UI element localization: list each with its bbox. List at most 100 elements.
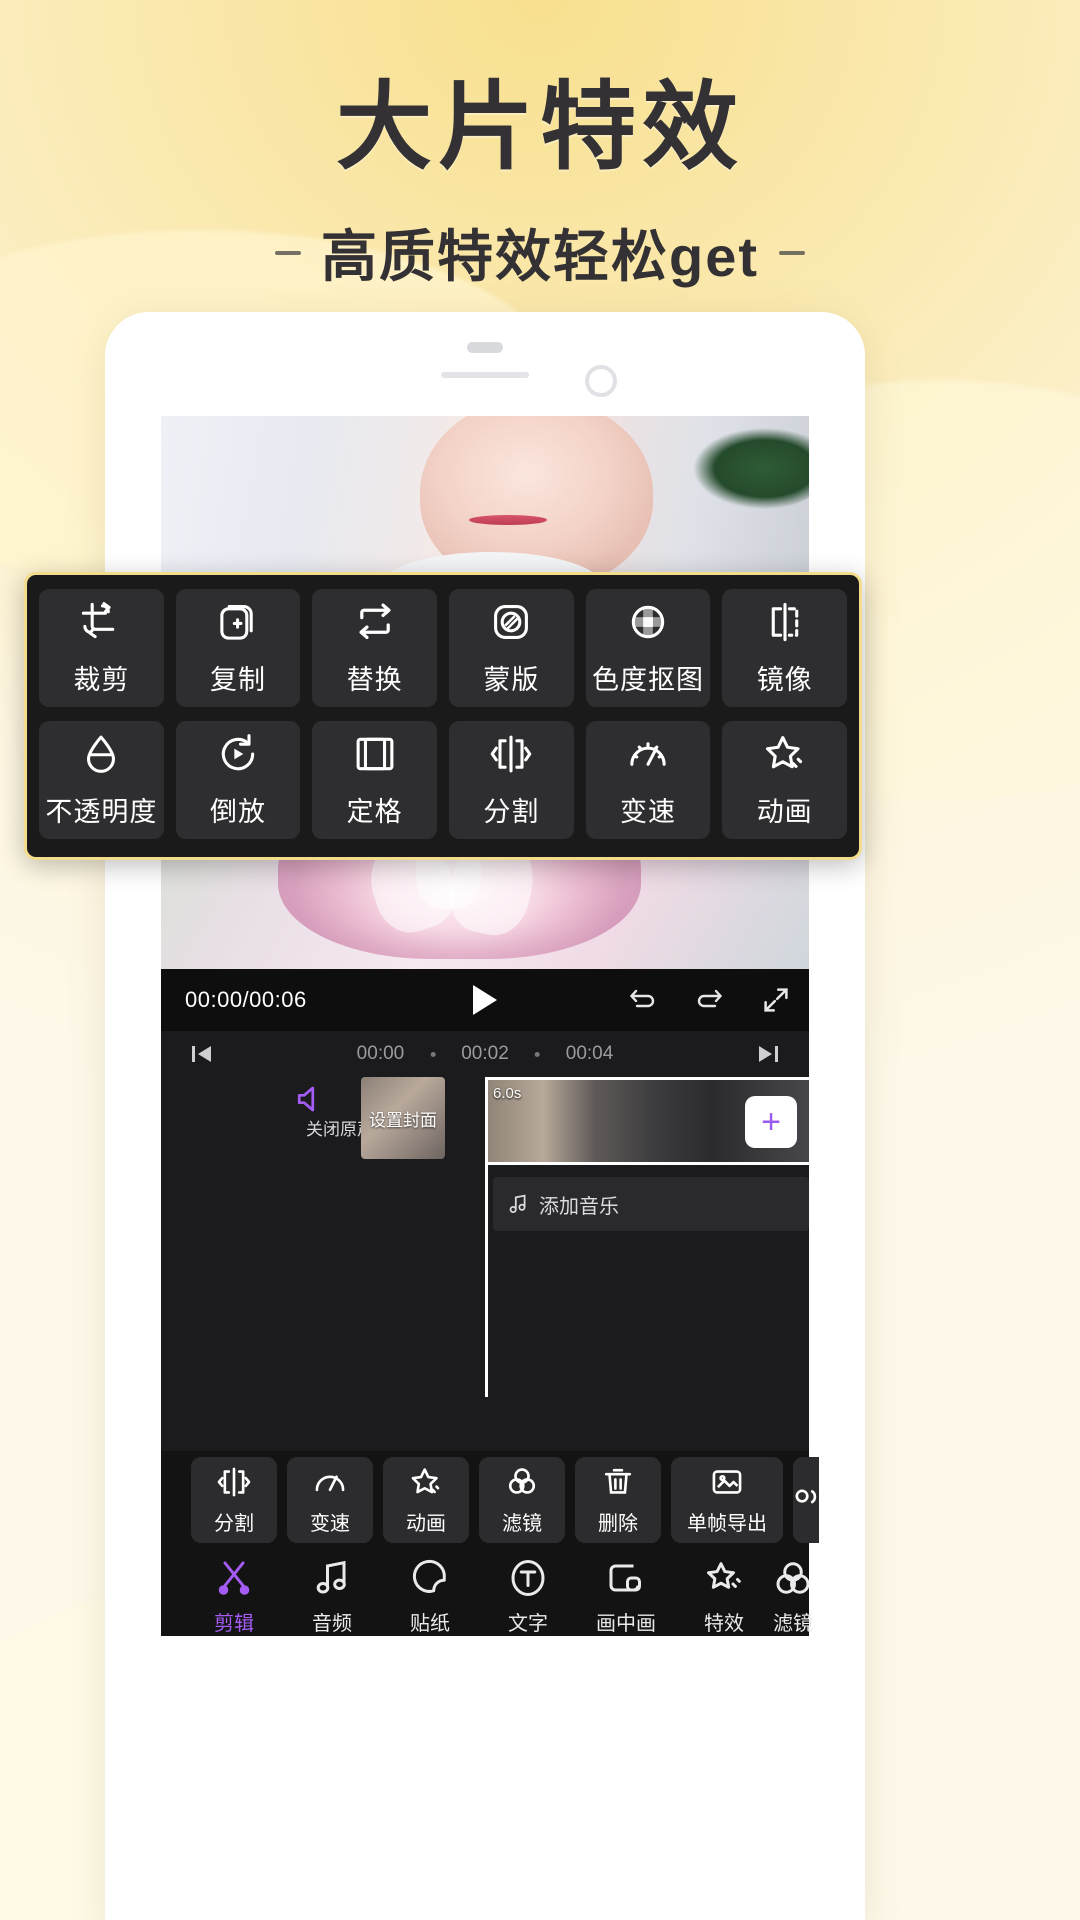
- dash-right-decor: [779, 251, 805, 255]
- nav-label: 贴纸: [410, 1607, 450, 1636]
- timeline-track-row: 关闭原声 设置封面 6.0s + 添加音乐: [161, 1077, 809, 1171]
- tool-label: 色度抠图: [592, 658, 704, 697]
- nav-label: 滤镜: [773, 1607, 813, 1636]
- fullscreen-icon[interactable]: [761, 985, 791, 1015]
- tool-duplicate[interactable]: 复制: [176, 589, 301, 707]
- tool-replace[interactable]: 替换: [312, 589, 437, 707]
- tool-speed[interactable]: 变速: [586, 721, 711, 839]
- speed-icon: [626, 732, 670, 776]
- undo-icon[interactable]: [625, 987, 659, 1013]
- skip-to-start-icon[interactable]: [189, 1043, 215, 1065]
- tool-split[interactable]: 分割: [449, 721, 574, 839]
- music-icon: [311, 1557, 353, 1599]
- tool-label: 替换: [347, 658, 403, 697]
- action-filter[interactable]: 滤镜: [479, 1457, 565, 1543]
- play-icon[interactable]: [473, 985, 497, 1015]
- timeline-tick: 00:02: [461, 1043, 509, 1065]
- frame-export-icon: [710, 1465, 744, 1499]
- bottom-nav-bar: 剪辑 音频 贴纸 文字: [161, 1543, 809, 1636]
- action-more[interactable]: [793, 1457, 819, 1543]
- preview-lips: [469, 515, 547, 525]
- action-animation[interactable]: 动画: [383, 1457, 469, 1543]
- nav-label: 特效: [704, 1607, 744, 1636]
- action-frame-export[interactable]: 单帧导出: [671, 1457, 783, 1543]
- action-label: 滤镜: [502, 1507, 542, 1536]
- replace-icon: [353, 600, 397, 644]
- add-music-button[interactable]: 添加音乐: [493, 1177, 809, 1231]
- phone-speaker: [467, 342, 503, 353]
- dash-left-decor: [275, 251, 301, 255]
- timeline-tick: 00:00: [357, 1043, 405, 1065]
- cover-label: 设置封面: [369, 1106, 437, 1131]
- promo-subtitle-row: 高质特效轻松get: [0, 212, 1080, 293]
- clip-action-strip: 分割 变速 动画 滤镜: [161, 1451, 809, 1543]
- pip-icon: [605, 1557, 647, 1599]
- nav-item-pip[interactable]: 画中画: [577, 1557, 675, 1636]
- chroma-key-icon: [626, 600, 670, 644]
- tool-label: 不透明度: [45, 790, 157, 829]
- skip-to-end-icon[interactable]: [755, 1043, 781, 1065]
- tool-label: 定格: [347, 790, 403, 829]
- tick-dot: [535, 1052, 540, 1057]
- filter-icon: [773, 1557, 813, 1599]
- tool-freeze-frame[interactable]: 定格: [312, 721, 437, 839]
- tool-chroma-key[interactable]: 色度抠图: [586, 589, 711, 707]
- nav-label: 画中画: [596, 1607, 656, 1636]
- tool-label: 蒙版: [483, 658, 539, 697]
- set-cover-button[interactable]: 设置封面: [361, 1077, 445, 1159]
- timeline-panel[interactable]: 00:00 00:02 00:04 关闭原声: [161, 1031, 809, 1451]
- mask-icon: [489, 600, 533, 644]
- sticker-icon: [409, 1557, 451, 1599]
- tool-label: 倒放: [210, 790, 266, 829]
- freeze-frame-icon: [353, 732, 397, 776]
- duplicate-icon: [216, 600, 260, 644]
- timeline-ruler: 00:00 00:02 00:04: [161, 1031, 809, 1077]
- phone-earpiece-area: [105, 312, 865, 416]
- action-split[interactable]: 分割: [191, 1457, 277, 1543]
- add-icon[interactable]: +: [745, 1096, 797, 1148]
- player-right-icons: [625, 985, 791, 1015]
- speed-icon: [313, 1465, 347, 1499]
- video-clip[interactable]: 6.0s +: [485, 1077, 809, 1165]
- tool-label: 分割: [483, 790, 539, 829]
- clip-edit-toolbar-overlay: 裁剪 复制 替换: [24, 572, 862, 860]
- action-delete[interactable]: 删除: [575, 1457, 661, 1543]
- action-label: 变速: [310, 1507, 350, 1536]
- nav-item-edit[interactable]: 剪辑: [185, 1557, 283, 1636]
- redo-icon[interactable]: [693, 987, 727, 1013]
- action-label: 动画: [406, 1507, 446, 1536]
- toolbar-row-2: 不透明度 倒放 定格: [39, 721, 847, 839]
- timeline-tick: 00:04: [566, 1043, 614, 1065]
- crop-icon: [79, 600, 123, 644]
- tool-label: 变速: [620, 790, 676, 829]
- nav-item-audio[interactable]: 音频: [283, 1557, 381, 1636]
- action-label: 分割: [214, 1507, 254, 1536]
- music-note-icon: [507, 1193, 529, 1215]
- phone-mockup: 00:00/00:06: [105, 312, 865, 1920]
- promo-subtitle: 高质特效轻松get: [321, 212, 759, 293]
- nav-item-text[interactable]: 文字: [479, 1557, 577, 1636]
- promo-headline: 大片特效: [0, 78, 1080, 179]
- split-icon: [489, 732, 533, 776]
- action-label: 删除: [598, 1507, 638, 1536]
- action-speed[interactable]: 变速: [287, 1457, 373, 1543]
- tool-crop[interactable]: 裁剪: [39, 589, 164, 707]
- player-time-display: 00:00/00:06: [185, 987, 307, 1013]
- scissors-icon: [213, 1557, 255, 1599]
- tool-reverse[interactable]: 倒放: [176, 721, 301, 839]
- tool-opacity[interactable]: 不透明度: [39, 721, 164, 839]
- tool-mirror[interactable]: 镜像: [722, 589, 847, 707]
- tool-animation[interactable]: 动画: [722, 721, 847, 839]
- nav-item-sticker[interactable]: 贴纸: [381, 1557, 479, 1636]
- clip-duration: 6.0s: [493, 1085, 521, 1102]
- nav-item-filter[interactable]: 滤镜: [773, 1557, 813, 1636]
- text-icon: [507, 1557, 549, 1599]
- nav-item-effects[interactable]: 特效: [675, 1557, 773, 1636]
- effects-icon: [703, 1557, 745, 1599]
- tool-mask[interactable]: 蒙版: [449, 589, 574, 707]
- phone-slit: [441, 372, 529, 378]
- timeline-tick-group: 00:00 00:02 00:04: [357, 1043, 614, 1065]
- phone-camera: [585, 365, 617, 397]
- reverse-icon: [216, 732, 260, 776]
- timeline-playhead[interactable]: [485, 1077, 488, 1397]
